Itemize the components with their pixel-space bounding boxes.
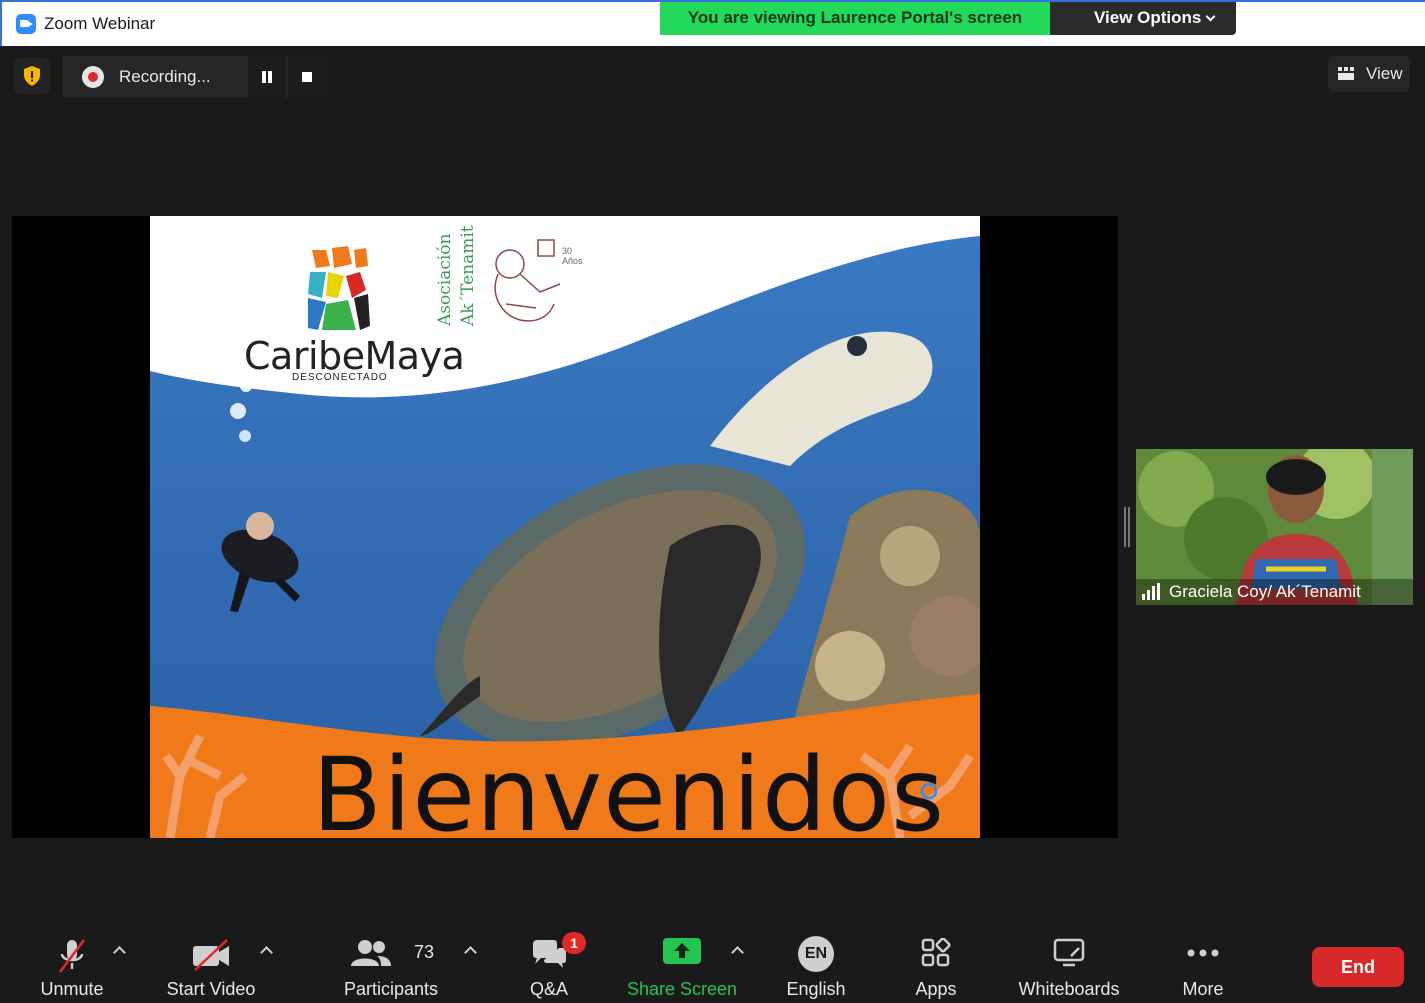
qa-label: Q&A [529, 979, 568, 999]
start-video-label: Start Video [166, 979, 256, 999]
apps-button[interactable]: Apps [904, 926, 968, 1003]
whiteboards-label: Whiteboards [1018, 979, 1120, 999]
unmute-button[interactable]: Unmute [30, 926, 114, 1003]
qa-button[interactable]: 1 Q&A [520, 926, 586, 1003]
shared-slide: CaribeMaya DESCONECTADO Asociación Ak´Te… [150, 216, 980, 838]
view-button[interactable]: View [1328, 56, 1410, 92]
unmute-label: Unmute [40, 979, 104, 999]
slide-org-line1: Asociación [435, 233, 455, 326]
share-screen-label: Share Screen [626, 979, 738, 999]
slide-anniversary-number: 30 [562, 246, 573, 256]
apps-icon [921, 938, 951, 967]
end-meeting-button[interactable]: End [1312, 947, 1404, 987]
qa-notification-badge: 1 [562, 932, 586, 954]
whiteboard-icon [1053, 938, 1085, 967]
chevron-down-icon [1205, 11, 1216, 22]
stop-recording-button[interactable] [288, 56, 326, 98]
viewing-screen-banner: You are viewing Laurence Portal's screen [660, 2, 1050, 35]
security-shield-button[interactable] [14, 58, 50, 94]
more-dots-icon [1187, 949, 1219, 957]
slide-brand-tagline: DESCONECTADO [292, 372, 388, 383]
more-label: More [1182, 979, 1224, 999]
recording-status: Recording... [119, 67, 211, 86]
view-label: View [1366, 64, 1403, 83]
signal-strength-icon [1142, 583, 1164, 600]
window-title: Zoom Webinar [44, 14, 156, 33]
share-screen-button[interactable]: Share Screen [624, 926, 740, 1003]
participants-icon [350, 940, 391, 966]
language-button[interactable]: EN English [778, 926, 854, 1003]
share-screen-icon [663, 938, 701, 964]
slide-anniversary: 30 Años [562, 246, 583, 266]
language-globe-icon: EN [798, 936, 834, 972]
participants-options-chevron-icon[interactable] [464, 946, 477, 959]
participant-name: Graciela Coy/ Ak´Tenamit [1136, 579, 1413, 605]
participant-count: 73 [414, 942, 435, 962]
grid-view-icon [1338, 67, 1354, 80]
participants-label: Participants [343, 979, 439, 999]
zoom-logo-icon [16, 14, 36, 34]
language-label: English [786, 979, 846, 999]
apps-label: Apps [915, 979, 957, 999]
participant-video-tile[interactable]: Graciela Coy/ Ak´Tenamit [1136, 449, 1413, 605]
more-button[interactable]: More [1172, 926, 1234, 1003]
start-video-button[interactable]: Start Video [158, 926, 264, 1003]
slide-org-line2: Ak´Tenamit [458, 225, 478, 326]
panel-resize-handle[interactable] [1124, 507, 1130, 547]
whiteboards-button[interactable]: Whiteboards [1012, 926, 1126, 1003]
slide-anniversary-unit: Años [562, 256, 583, 266]
view-options-label: View Options [1094, 8, 1202, 27]
slide-welcome-text: Bienvenidos [312, 736, 946, 838]
video-camera-off-icon [193, 939, 229, 971]
participants-button[interactable]: 73 Participants [340, 926, 442, 1003]
view-options-button[interactable]: View Options [1050, 2, 1236, 35]
microphone-muted-icon [59, 939, 85, 973]
pause-recording-button[interactable] [248, 56, 286, 98]
meeting-toolbar: Unmute Start Video 73 Participants 1 Q&A [0, 926, 1425, 1003]
recording-icon [82, 66, 104, 88]
shield-icon [24, 66, 40, 86]
audio-options-chevron-icon[interactable] [113, 946, 126, 959]
recording-bar: Recording... [62, 56, 326, 98]
